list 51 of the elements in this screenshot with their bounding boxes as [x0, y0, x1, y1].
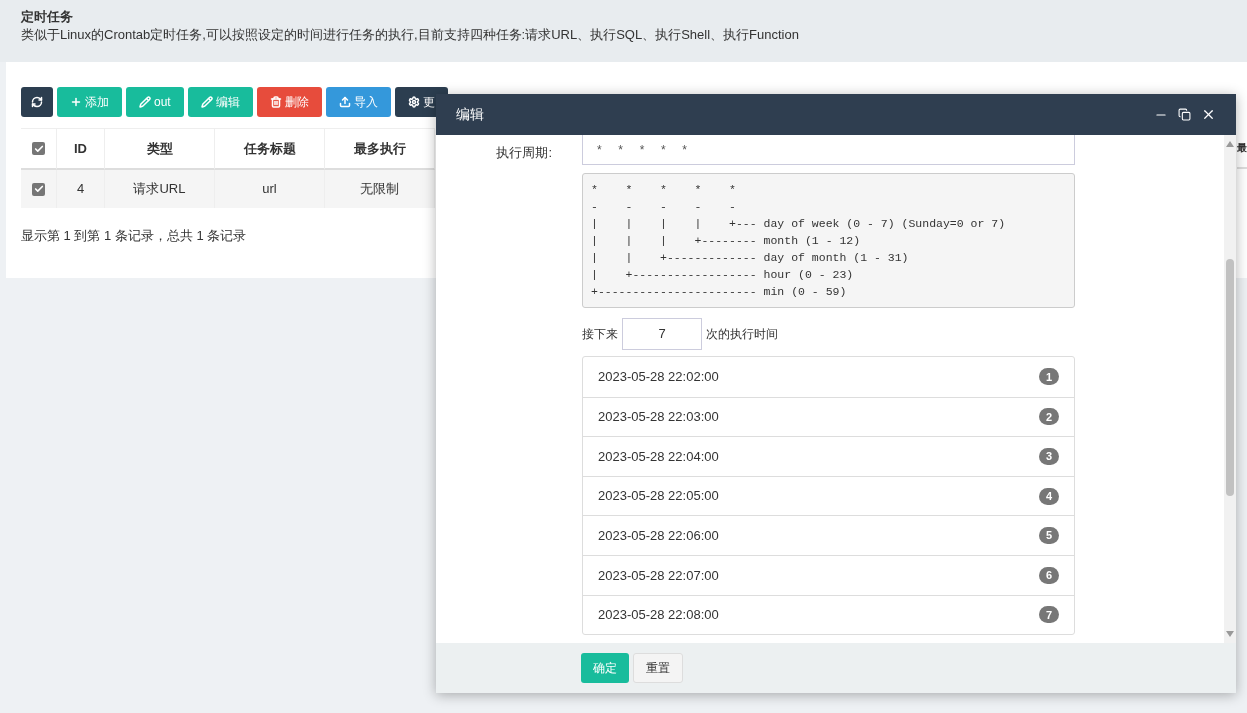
field-label: 执行周期: — [495, 144, 553, 162]
cron-help-text: * * * * * - - - - - | | | | +--- day of week (0 - 7) (Sunday=0 or 7) | | | +-------- month (1 - 12) | | +------------- day of month (1 - 31) | +------------------ hour (0 - 23) +----------------------- min (0 - 59) — [582, 173, 1075, 308]
toolbar-button[interactable]: 添加 — [57, 87, 122, 117]
upload-icon — [338, 96, 351, 108]
close-icon[interactable] — [1201, 107, 1216, 122]
scroll-up-icon — [1226, 141, 1234, 147]
scrollbar[interactable] — [1224, 135, 1236, 643]
run-time: 2023-05-28 22:08:00 — [598, 606, 719, 625]
count-badge: 4 — [1039, 487, 1059, 505]
run-time: 2023-05-28 22:06:00 — [598, 526, 719, 545]
count-badge: 6 — [1039, 566, 1059, 584]
count-badge: 5 — [1039, 527, 1059, 545]
toolbar-button[interactable]: 导入 — [325, 87, 391, 117]
refresh-icon — [31, 96, 43, 108]
table-cell: 无限制 — [325, 170, 435, 208]
next-runs-label: 次的执行时间 — [706, 326, 778, 343]
run-time: 2023-05-28 22:03:00 — [598, 408, 719, 427]
cron-input[interactable]: * * * * * — [582, 135, 1075, 165]
count-badge: 3 — [1039, 448, 1059, 465]
run-time: 2023-05-28 22:05:00 — [598, 487, 719, 506]
table-cell: url — [215, 170, 325, 208]
pagination-text: 显示第 1 到第 1 条记录，总共 1 条记录 — [21, 227, 247, 245]
count-badge: 2 — [1039, 408, 1059, 426]
toolbar-button[interactable]: 删除 — [256, 87, 322, 117]
toolbar-button[interactable] — [21, 87, 53, 117]
run-time: 2023-05-28 22:02:00 — [598, 368, 719, 387]
checkbox[interactable] — [32, 142, 45, 155]
dialog-button[interactable]: 重置 — [633, 653, 683, 683]
page-description: 类似于Linux的Crontab定时任务,可以按照设定的时间进行任务的执行,目前支持四种任务:请求URL、执行SQL、执行Shell、执行Function — [21, 26, 800, 44]
run-time: 2023-05-28 22:07:00 — [598, 566, 719, 585]
trash-icon — [269, 96, 282, 108]
run-count-input[interactable]: 7 — [622, 318, 702, 350]
next-runs-label: 接下来 — [582, 326, 618, 343]
restore-icon[interactable] — [1178, 108, 1191, 121]
count-badge: 1 — [1039, 368, 1059, 386]
run-time: 2023-05-28 22:04:00 — [598, 447, 719, 466]
pencil-icon — [200, 96, 213, 108]
table-cell: 请求URL — [105, 170, 215, 208]
plus-icon — [70, 96, 82, 108]
toolbar-button[interactable]: out — [126, 87, 184, 117]
table-cell: 4 — [57, 170, 105, 208]
page-title: 定时任务 — [21, 8, 74, 26]
column-header: 最 — [1237, 141, 1247, 155]
toolbar-button[interactable]: 编辑 — [187, 87, 253, 117]
gear-icon — [407, 96, 420, 108]
count-badge: 7 — [1039, 606, 1059, 624]
scroll-down-icon — [1226, 631, 1234, 637]
dialog-button[interactable]: 确定 — [581, 653, 629, 683]
dialog-title: 编辑 — [456, 105, 484, 124]
checkbox[interactable] — [32, 182, 45, 196]
pencil-icon — [139, 96, 151, 108]
